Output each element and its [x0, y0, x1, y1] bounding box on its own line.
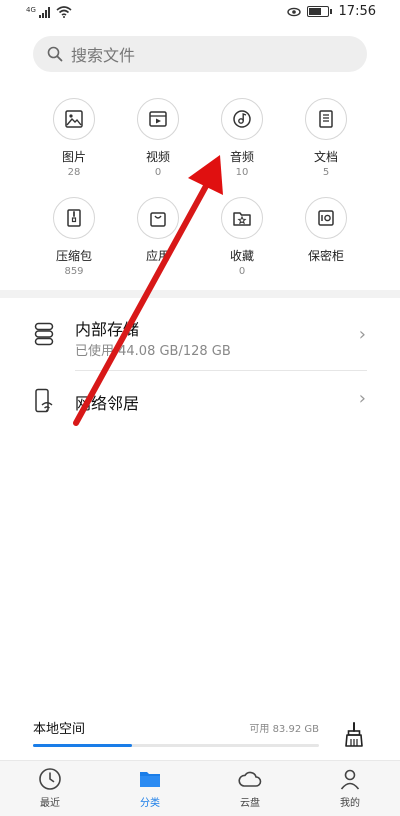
safe-icon [305, 197, 347, 239]
category-name: 文档 [313, 150, 338, 164]
network-device-icon [35, 388, 53, 413]
category-name: 视频 [145, 150, 170, 164]
category-count: 5 [322, 167, 330, 178]
search-bar[interactable]: 搜索文件 [33, 36, 367, 72]
category-apps[interactable]: 应用 [116, 197, 200, 278]
category-count: 28 [67, 167, 81, 178]
row-divider [75, 370, 367, 371]
category-grid: 图片 28 视频 0 音频 10 文档 5 压缩包 859 应用 收藏 0 保密… [32, 98, 368, 278]
category-name: 保密柜 [307, 249, 344, 263]
bottom-tab-bar: 最近 分类 云盘 我的 [0, 760, 400, 816]
network-neighborhood-title: 网络邻居 [75, 394, 140, 413]
internal-storage-row[interactable]: 内部存储 已使用 44.08 GB/128 GB › [0, 310, 400, 366]
tab-label: 最近 [40, 798, 60, 809]
person-icon [340, 769, 360, 790]
local-space-summary: 本地空间 可用 83.92 GB [33, 718, 323, 737]
document-icon [305, 98, 347, 140]
tab-mine[interactable]: 我的 [300, 761, 400, 816]
zip-icon [53, 197, 95, 239]
clock-icon [39, 768, 61, 790]
tab-label: 分类 [140, 798, 160, 809]
local-space-progress [33, 744, 319, 747]
tab-categories[interactable]: 分类 [100, 761, 200, 816]
cleanup-broom-icon[interactable] [342, 722, 366, 748]
clock-time: 17:56 [338, 4, 376, 19]
category-videos[interactable]: 视频 0 [116, 98, 200, 179]
status-bar: 4G 17:56 [0, 0, 400, 28]
shopping-bag-icon [137, 197, 179, 239]
local-space-progress-fill [33, 744, 132, 747]
storage-icon [34, 322, 54, 346]
internal-storage-usage: 已使用 44.08 GB/128 GB [75, 344, 231, 359]
search-placeholder: 搜索文件 [71, 46, 136, 65]
network-type: 4G [26, 6, 36, 14]
category-images[interactable]: 图片 28 [32, 98, 116, 179]
local-space-available: 可用 83.92 GB [249, 724, 319, 735]
search-icon [47, 46, 63, 62]
network-neighborhood-row[interactable]: 网络邻居 › [0, 378, 400, 424]
chevron-right-icon: › [358, 324, 366, 345]
category-audio[interactable]: 音频 10 [200, 98, 284, 179]
favorite-folder-icon [221, 197, 263, 239]
battery-icon [306, 6, 332, 17]
category-name: 压缩包 [55, 249, 92, 263]
internal-storage-title: 内部存储 [75, 320, 140, 339]
image-icon [53, 98, 95, 140]
category-documents[interactable]: 文档 5 [284, 98, 368, 179]
category-count: 0 [238, 266, 246, 277]
wifi-icon [56, 6, 72, 18]
category-favorites[interactable]: 收藏 0 [200, 197, 284, 278]
category-name: 应用 [145, 249, 170, 263]
folder-icon [140, 772, 160, 787]
category-count: 10 [235, 167, 249, 178]
tab-cloud-drive[interactable]: 云盘 [200, 761, 300, 816]
section-divider [0, 290, 400, 298]
tab-label: 云盘 [240, 798, 260, 809]
signal-icon [38, 6, 50, 18]
music-icon [221, 98, 263, 140]
tab-label: 我的 [340, 798, 360, 809]
category-safe[interactable]: 保密柜 [284, 197, 368, 278]
local-space-title: 本地空间 [33, 722, 86, 737]
cloud-icon [238, 771, 262, 787]
category-archives[interactable]: 压缩包 859 [32, 197, 116, 278]
chevron-right-icon: › [358, 388, 366, 409]
signal-area: 4G [26, 6, 72, 18]
category-name: 音频 [229, 150, 254, 164]
category-count: 859 [64, 266, 84, 277]
category-count: 0 [154, 167, 162, 178]
category-name: 图片 [61, 150, 86, 164]
category-name: 收藏 [229, 249, 254, 263]
video-icon [137, 98, 179, 140]
status-right: 17:56 [286, 4, 376, 19]
eye-comfort-icon [286, 7, 301, 16]
tab-recent[interactable]: 最近 [0, 761, 100, 816]
